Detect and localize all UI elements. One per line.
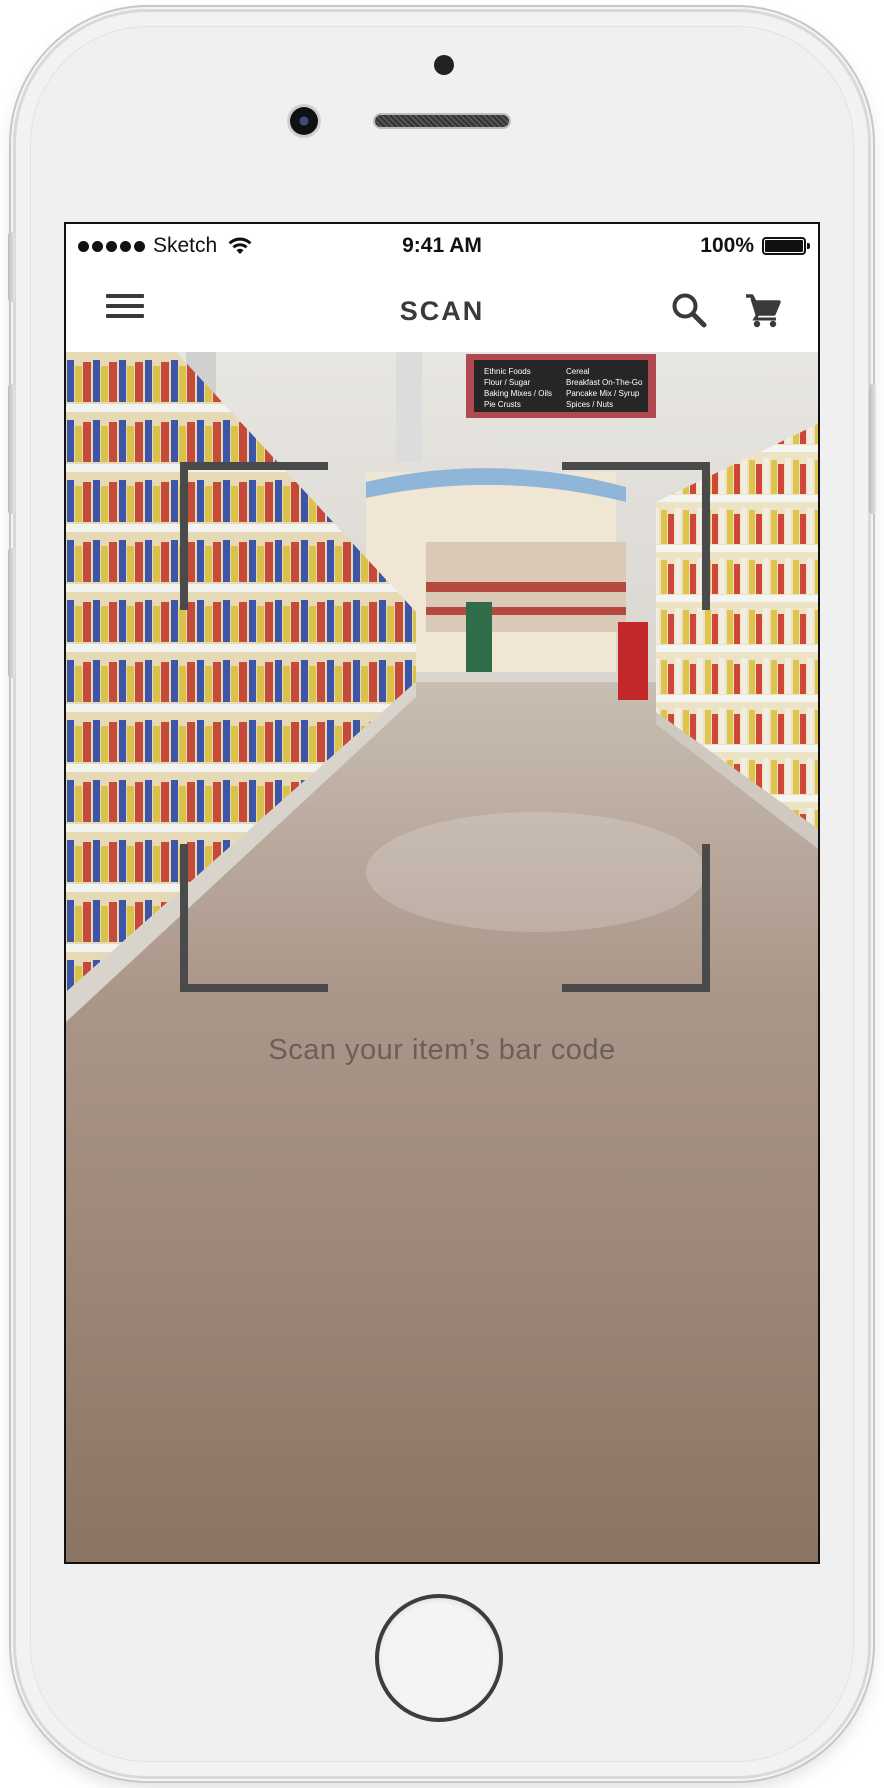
- search-icon[interactable]: [669, 290, 709, 330]
- power-button: [869, 384, 876, 514]
- sign-left-0: Ethnic Foods: [484, 367, 531, 376]
- nav-bar: SCAN: [66, 268, 818, 352]
- camera-viewfinder[interactable]: Ethnic Foods Flour / Sugar Baking Mixes …: [66, 352, 818, 1562]
- home-button[interactable]: [375, 1594, 503, 1722]
- sign-right-1: Breakfast On-The-Go: [566, 378, 643, 387]
- scan-corner-bottom-right: [562, 844, 710, 992]
- phone-screen: Sketch 9:41 AM 100% SCAN Ethnic Foods Fl…: [64, 222, 820, 1564]
- mute-switch: [8, 232, 15, 302]
- earpiece-speaker: [375, 115, 509, 127]
- front-camera-icon: [290, 107, 318, 135]
- volume-down-button: [8, 548, 15, 678]
- scan-instruction-text: Scan your item’s bar code: [268, 1034, 616, 1066]
- sign-right-3: Spices / Nuts: [566, 400, 613, 409]
- scan-corner-bottom-left: [180, 844, 328, 992]
- battery-percent: 100%: [700, 234, 754, 257]
- volume-up-button: [8, 384, 15, 514]
- battery-icon: [762, 237, 810, 255]
- cart-icon[interactable]: [743, 290, 783, 330]
- scan-corner-top-right: [562, 462, 710, 610]
- sign-left-1: Flour / Sugar: [484, 378, 531, 387]
- device-mockup: Sketch 9:41 AM 100% SCAN Ethnic Foods Fl…: [0, 0, 884, 1788]
- proximity-sensor: [434, 55, 454, 75]
- scan-frame: [180, 462, 710, 992]
- status-right: 100%: [700, 234, 810, 258]
- sign-left-3: Pie Crusts: [484, 400, 521, 409]
- sign-right-0: Cereal: [566, 367, 590, 376]
- status-bar: Sketch 9:41 AM 100%: [66, 224, 818, 268]
- sign-left-2: Baking Mixes / Oils: [484, 389, 552, 398]
- sign-right-2: Pancake Mix / Syrup: [566, 389, 640, 398]
- scan-corner-top-left: [180, 462, 328, 610]
